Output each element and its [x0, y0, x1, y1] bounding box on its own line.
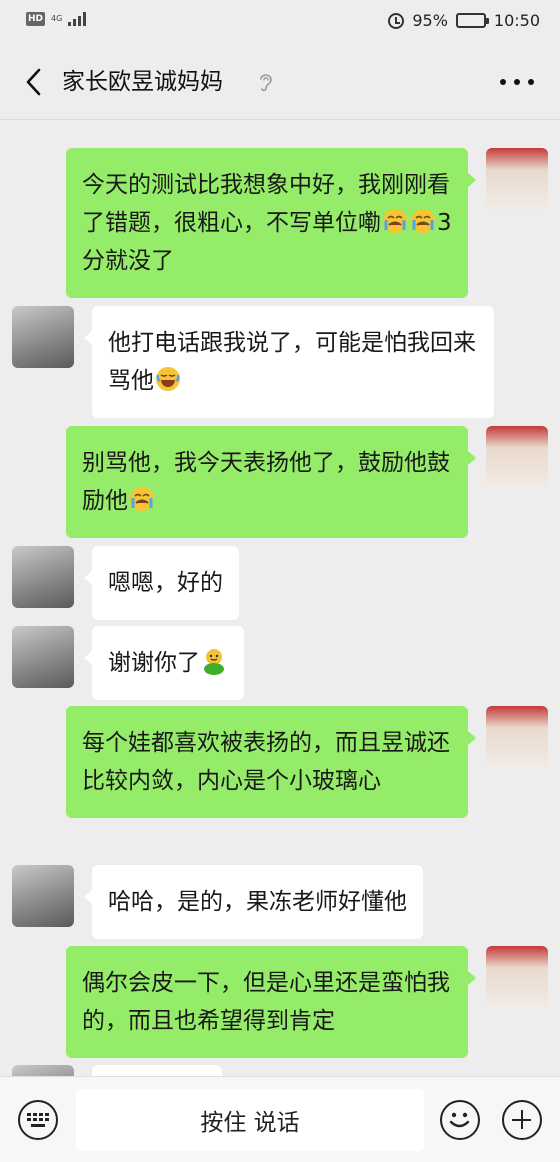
message-bubble[interactable]: 哈哈，是的，果冻老师好懂他 — [84, 865, 423, 939]
more-dot-icon — [514, 79, 520, 85]
clock: 10:50 — [493, 11, 540, 30]
message-text: 嗯嗯，好的 — [108, 570, 223, 596]
signal-indicators: HD 4G — [26, 12, 87, 26]
message-text: 每个娃都喜欢被表扬的，而且昱诚还比较内敛，内心是个小玻璃心 — [82, 730, 450, 794]
more-dot-icon — [500, 79, 506, 85]
chevron-left-icon — [26, 68, 41, 96]
more-options-button[interactable] — [500, 70, 534, 94]
earpiece-mode-icon — [260, 74, 272, 92]
emoji-button[interactable] — [440, 1100, 480, 1140]
smiley-icon — [449, 1112, 470, 1128]
contact-avatar[interactable] — [12, 306, 74, 368]
keyboard-icon — [27, 1113, 49, 1127]
sob-emoji-icon — [130, 487, 154, 511]
my-avatar[interactable] — [486, 426, 548, 488]
message-bubble[interactable]: 偶尔会皮一下，但是心里还是蛮怕我的，而且也希望得到肯定 — [66, 946, 476, 1058]
message-bubble[interactable]: 嗯嗯，好的 — [84, 546, 239, 620]
laugh-tears-emoji-icon — [156, 367, 180, 391]
hold-to-talk-button[interactable]: 按住 说话 — [76, 1089, 424, 1151]
sob-emoji-icon — [383, 209, 407, 233]
message-bubble[interactable]: 每个娃都喜欢被表扬的，而且昱诚还比较内敛，内心是个小玻璃心 — [66, 706, 476, 818]
more-dot-icon — [528, 79, 534, 85]
battery-icon — [455, 13, 489, 28]
my-avatar[interactable] — [486, 148, 548, 210]
hd-icon: HD — [26, 12, 46, 26]
message-bubble[interactable] — [92, 1065, 222, 1076]
frog-emoji-icon — [204, 649, 224, 675]
contact-avatar[interactable] — [12, 626, 74, 688]
keyboard-toggle-button[interactable] — [18, 1100, 58, 1140]
chat-header: 家长欧昱诚妈妈 — [0, 44, 560, 120]
message-text: 谢谢你了 — [108, 650, 200, 676]
message-text: 偶尔会皮一下，但是心里还是蛮怕我的，而且也希望得到肯定 — [82, 970, 450, 1034]
back-button[interactable] — [18, 66, 50, 98]
battery-percent: 95% — [412, 11, 448, 30]
sob-emoji-icon — [411, 209, 435, 233]
my-avatar[interactable] — [486, 706, 548, 768]
status-right: 95% 10:50 — [388, 11, 540, 30]
my-avatar[interactable] — [486, 946, 548, 1008]
chat-title: 家长欧昱诚妈妈 — [62, 69, 223, 95]
signal-icon — [68, 12, 87, 26]
contact-avatar[interactable] — [12, 865, 74, 927]
contact-avatar[interactable] — [12, 546, 74, 608]
input-bar: 按住 说话 — [0, 1076, 560, 1162]
message-list[interactable]: 今天的测试比我想象中好，我刚刚看了错题，很粗心，不写单位嘞 3 分就没了 他打电话… — [0, 121, 560, 1076]
network-type: 4G — [51, 14, 63, 23]
add-attachment-button[interactable] — [502, 1100, 542, 1140]
alarm-icon — [388, 12, 405, 29]
message-bubble[interactable]: 谢谢你了 — [84, 626, 244, 700]
message-bubble[interactable]: 别骂他，我今天表扬他了，鼓励他鼓励他 — [66, 426, 476, 538]
status-bar: HD 4G 95% 10:50 — [0, 0, 560, 44]
message-bubble[interactable]: 今天的测试比我想象中好，我刚刚看了错题，很粗心，不写单位嘞 3 分就没了 — [66, 148, 476, 298]
message-bubble[interactable]: 他打电话跟我说了，可能是怕我回来骂他 — [84, 306, 494, 418]
message-text: 哈哈，是的，果冻老师好懂他 — [108, 889, 407, 915]
contact-avatar[interactable] — [12, 1065, 74, 1076]
